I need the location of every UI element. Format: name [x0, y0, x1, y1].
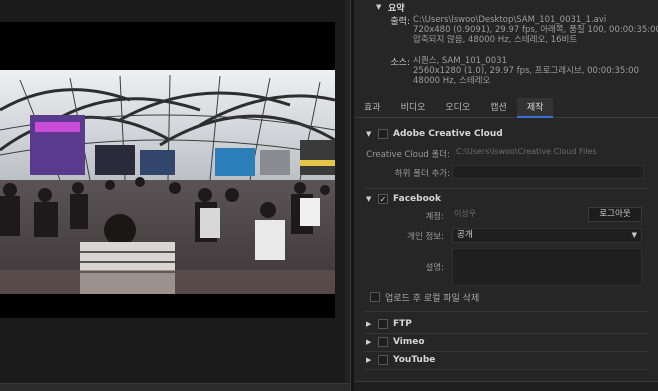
cc-subfolder-input[interactable]: [452, 165, 644, 179]
settings-tabs: 효과 비디오 오디오 캡션 제작: [354, 98, 658, 118]
privacy-select[interactable]: 공개 ▼: [452, 228, 642, 243]
creative-cloud-checkbox[interactable]: [378, 129, 388, 139]
ftp-title: FTP: [393, 319, 412, 329]
section-divider: [364, 333, 648, 334]
facebook-title: Facebook: [393, 194, 441, 204]
vimeo-checkbox[interactable]: [378, 337, 388, 347]
section-divider: [364, 351, 648, 352]
privacy-label: 개인 정보:: [407, 232, 444, 242]
expand-triangle-icon[interactable]: ▼: [366, 195, 378, 203]
tab-effects[interactable]: 효과: [354, 98, 391, 118]
facebook-checkbox[interactable]: ✓: [378, 194, 388, 204]
cc-subfolder-label: 하위 폴더 추가:: [394, 169, 450, 179]
output-line: C:\Users\lswoo\Desktop\SAM_101_0031_1.av…: [413, 15, 607, 25]
source-line: 시퀀스, SAM_101_0031: [413, 56, 507, 66]
account-label: 계정:: [425, 212, 444, 222]
tab-audio[interactable]: 오디오: [435, 98, 480, 118]
chevron-down-icon: ▼: [631, 231, 637, 239]
source-details: 시퀀스, SAM_101_0031 2560x1280 (1.0), 29.97…: [413, 56, 639, 86]
summary-title: 요약: [388, 3, 405, 14]
cc-folder-path: C:\Users\lswoo\Creative Cloud Files: [456, 147, 597, 156]
expand-triangle-icon[interactable]: ▶: [366, 356, 378, 364]
cc-folder-label: Creative Cloud 폴더:: [366, 150, 450, 160]
panel-bottom-bar: [354, 381, 658, 391]
source-line: 48000 Hz, 스테레오: [413, 76, 491, 86]
video-thumbnail: [0, 70, 335, 294]
privacy-value: 공개: [457, 230, 473, 240]
summary-header[interactable]: ▼ 요약: [376, 0, 405, 14]
vimeo-header[interactable]: ▶ Vimeo: [366, 335, 425, 349]
preview-area: [0, 0, 350, 391]
source-label: 소스:: [390, 58, 410, 68]
preview-footer: [0, 383, 350, 391]
video-preview: [0, 22, 335, 318]
expand-triangle-icon[interactable]: ▼: [376, 3, 388, 11]
expand-triangle-icon[interactable]: ▼: [366, 130, 378, 138]
youtube-header[interactable]: ▶ YouTube: [366, 353, 435, 367]
delete-after-upload-checkbox[interactable]: [370, 292, 380, 302]
tab-captions[interactable]: 캡션: [480, 98, 517, 118]
section-divider: [364, 311, 648, 312]
tab-video[interactable]: 비디오: [391, 98, 436, 118]
output-line: 720x480 (0.9091), 29.97 fps, 아래쪽, 품질 100…: [413, 25, 658, 35]
creative-cloud-title: Adobe Creative Cloud: [393, 129, 503, 139]
source-line: 2560x1280 (1.0), 29.97 fps, 프로그레시브, 00:0…: [413, 66, 639, 76]
delete-after-upload[interactable]: 업로드 후 로컬 파일 삭제: [370, 290, 479, 304]
delete-after-upload-label: 업로드 후 로컬 파일 삭제: [385, 293, 480, 304]
tab-publish[interactable]: 제작: [516, 98, 554, 118]
logout-button[interactable]: 로그아웃: [588, 207, 642, 222]
export-settings-panel: ▼ 요약 출력: C:\Users\lswoo\Desktop\SAM_101_…: [354, 0, 658, 391]
output-label: 출력:: [390, 17, 410, 27]
output-line: 압축되지 않음, 48000 Hz, 스테레오, 16비트: [413, 35, 578, 45]
section-divider: [364, 188, 648, 189]
output-details: C:\Users\lswoo\Desktop\SAM_101_0031_1.av…: [413, 15, 658, 45]
description-label: 설명:: [425, 263, 444, 273]
youtube-checkbox[interactable]: [378, 355, 388, 365]
facebook-header[interactable]: ▼ ✓ Facebook: [366, 192, 441, 206]
section-divider: [364, 369, 648, 370]
ftp-checkbox[interactable]: [378, 319, 388, 329]
account-name: 이상우: [454, 209, 477, 218]
creative-cloud-header[interactable]: ▼ Adobe Creative Cloud: [366, 127, 503, 141]
expand-triangle-icon[interactable]: ▶: [366, 320, 378, 328]
vimeo-title: Vimeo: [393, 337, 425, 347]
description-input[interactable]: [452, 248, 642, 286]
expand-triangle-icon[interactable]: ▶: [366, 338, 378, 346]
ftp-header[interactable]: ▶ FTP: [366, 317, 412, 331]
youtube-title: YouTube: [393, 355, 436, 365]
